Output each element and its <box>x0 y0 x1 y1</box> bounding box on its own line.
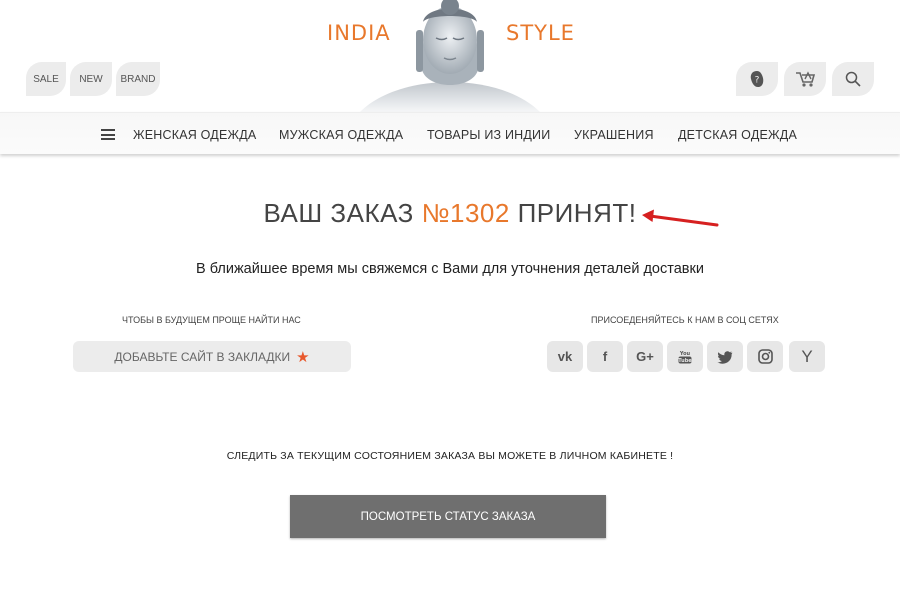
add-bookmark-button[interactable]: ДОБАВЬТЕ САЙТ В ЗАКЛАДКИ ★ <box>73 341 351 372</box>
site-header: INDIA STYLE SALE NEW BRAND ? <box>0 0 900 112</box>
vk-button[interactable]: vk <box>547 341 583 372</box>
help-button[interactable]: ? <box>736 62 778 96</box>
delivery-contact-message: В ближайшее время мы свяжемся с Вами для… <box>196 261 704 277</box>
nav-item-mens-clothing[interactable]: МУЖСКАЯ ОДЕЖДА <box>279 128 403 142</box>
bookmark-caption: ЧТОБЫ В БУДУЩЕМ ПРОЩЕ НАЙТИ НАС <box>122 315 301 325</box>
yandex-icon: Y <box>801 346 813 366</box>
yandex-button[interactable]: Y <box>789 341 825 372</box>
hamburger-icon[interactable] <box>101 129 115 140</box>
twitter-icon <box>717 350 733 364</box>
star-icon: ★ <box>296 348 310 366</box>
help-icon: ? <box>750 71 764 87</box>
nav-item-kids-clothing[interactable]: ДЕТСКАЯ ОДЕЖДА <box>678 128 797 142</box>
view-order-status-button[interactable]: ПОСМОТРЕТЬ СТАТУС ЗАКАЗА <box>290 495 606 538</box>
nav-item-womens-clothing[interactable]: ЖЕНСКАЯ ОДЕЖДА <box>133 128 256 142</box>
youtube-icon: You Tube <box>678 351 692 364</box>
new-button[interactable]: NEW <box>70 62 112 96</box>
svg-text:Tube: Tube <box>678 358 692 364</box>
order-title-suffix: ПРИНЯТ! <box>517 198 637 228</box>
facebook-icon: f <box>602 349 608 364</box>
google-plus-icon: G+ <box>636 349 654 364</box>
svg-text:You: You <box>679 351 691 357</box>
order-tracking-hint: СЛЕДИТЬ ЗА ТЕКУЩИМ СОСТОЯНИЕМ ЗАКАЗА ВЫ … <box>226 450 674 462</box>
order-confirmation-title: ВАШ ЗАКАЗ №1302 ПРИНЯТ! <box>0 198 900 229</box>
order-title-prefix: ВАШ ЗАКАЗ <box>263 198 414 228</box>
instagram-icon <box>757 349 773 364</box>
svg-text:?: ? <box>755 76 760 86</box>
cart-button[interactable] <box>784 62 826 96</box>
facebook-button[interactable]: f <box>587 341 623 372</box>
logo-text-right[interactable]: STYLE <box>506 21 575 45</box>
google-plus-button[interactable]: G+ <box>627 341 663 372</box>
nav-item-india-goods[interactable]: ТОВАРЫ ИЗ ИНДИИ <box>427 128 550 142</box>
twitter-button[interactable] <box>707 341 743 372</box>
vk-icon: vk <box>557 349 573 364</box>
search-button[interactable] <box>832 62 874 96</box>
brand-button[interactable]: BRAND <box>116 62 160 96</box>
buddha-logo-image[interactable] <box>360 0 540 112</box>
add-bookmark-label: ДОБАВЬТЕ САЙТ В ЗАКЛАДКИ <box>114 349 291 364</box>
youtube-button[interactable]: You Tube <box>667 341 703 372</box>
social-caption: ПРИСОЕДЕНЯЙТЕСЬ К НАМ В СОЦ СЕТЯХ <box>591 315 779 325</box>
instagram-button[interactable] <box>747 341 783 372</box>
order-number: №1302 <box>421 198 510 228</box>
red-arrow-annotation <box>642 209 719 227</box>
search-icon <box>845 71 861 87</box>
sale-button[interactable]: SALE <box>26 62 66 96</box>
cart-icon <box>796 71 816 87</box>
nav-item-jewelry[interactable]: УКРАШЕНИЯ <box>574 128 654 142</box>
